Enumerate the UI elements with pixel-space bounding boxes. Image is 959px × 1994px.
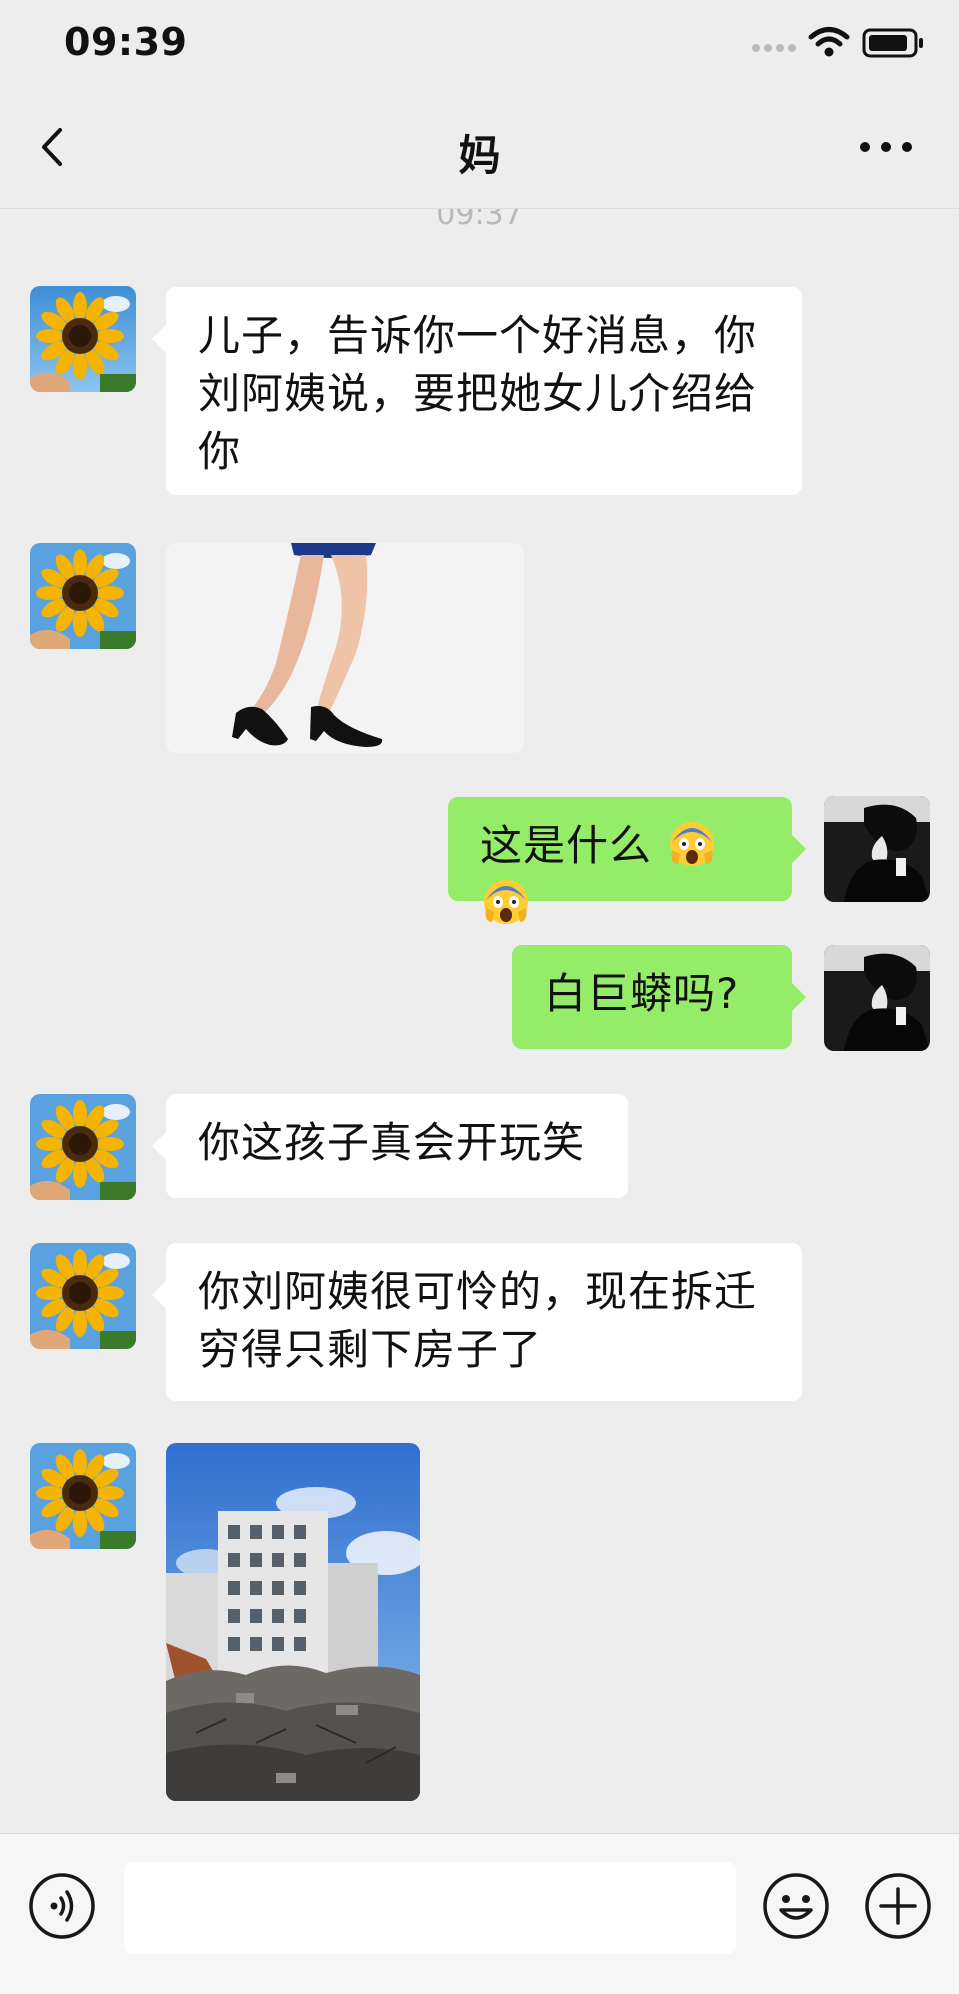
mom-avatar[interactable] [30,543,136,649]
ellipsis-icon[interactable] [858,136,914,158]
message-bubble-incoming[interactable]: 你刘阿姨很可怜的，现在拆迁 穷得只剩下房子了 [152,1243,802,1401]
voice-icon[interactable] [28,1872,96,1940]
status-bar: 09:39 [0,0,959,86]
nav-bar: 妈 [0,86,959,209]
message-image-legs[interactable] [166,543,524,753]
user-avatar[interactable] [824,945,930,1051]
message-text-line: 刘阿姨说，要把她女儿介绍给 [198,369,758,418]
message-bubble-incoming[interactable]: 儿子，告诉你一个好消息，你 刘阿姨说，要把她女儿介绍给 你 [152,287,802,495]
sunflower-icon [30,543,136,649]
person-portrait-icon [824,945,930,1051]
message-timestamp: 09:37 [436,209,523,232]
mom-avatar[interactable] [30,1094,136,1200]
battery-icon [862,28,923,58]
message-bubble-outgoing[interactable]: 这是什么 [448,797,806,924]
sunflower-icon [30,1443,136,1549]
message-text-line: 你 [198,427,242,476]
status-time: 09:39 [64,20,188,64]
plus-icon[interactable] [864,1872,932,1940]
mom-avatar[interactable] [30,1443,136,1549]
user-avatar[interactable] [824,796,930,902]
scream-emoji-icon [670,822,715,866]
message-text: 白巨蟒吗? [544,969,740,1018]
input-bar [0,1833,959,1994]
message-bubble-outgoing[interactable]: 白巨蟒吗? [512,945,806,1049]
scream-emoji-icon [484,880,528,924]
message-input[interactable] [124,1862,736,1954]
signal-icon [752,44,798,52]
message-text-line: 你刘阿姨很可怜的，现在拆迁 [198,1267,758,1316]
message-image-demolition[interactable] [166,1443,420,1801]
chat-title: 妈 [458,131,501,180]
mom-avatar[interactable] [30,286,136,392]
message-text: 你这孩子真会开玩笑 [198,1118,586,1167]
message-list[interactable]: 09:37 儿子，告诉你一个好消息，你 刘阿姨说，要把她女儿介绍给 你 这是什么… [0,209,959,1833]
smiley-icon[interactable] [762,1872,830,1940]
message-text-line: 儿子，告诉你一个好消息，你 [198,311,758,360]
wifi-icon [808,27,850,57]
message-text: 这是什么 [480,821,653,870]
person-portrait-icon [824,796,930,902]
sunflower-icon [30,286,136,392]
sunflower-icon [30,1094,136,1200]
message-text-line: 穷得只剩下房子了 [198,1325,543,1374]
sunflower-icon [30,1243,136,1349]
mom-avatar[interactable] [30,1243,136,1349]
message-bubble-incoming[interactable]: 你这孩子真会开玩笑 [152,1094,628,1198]
